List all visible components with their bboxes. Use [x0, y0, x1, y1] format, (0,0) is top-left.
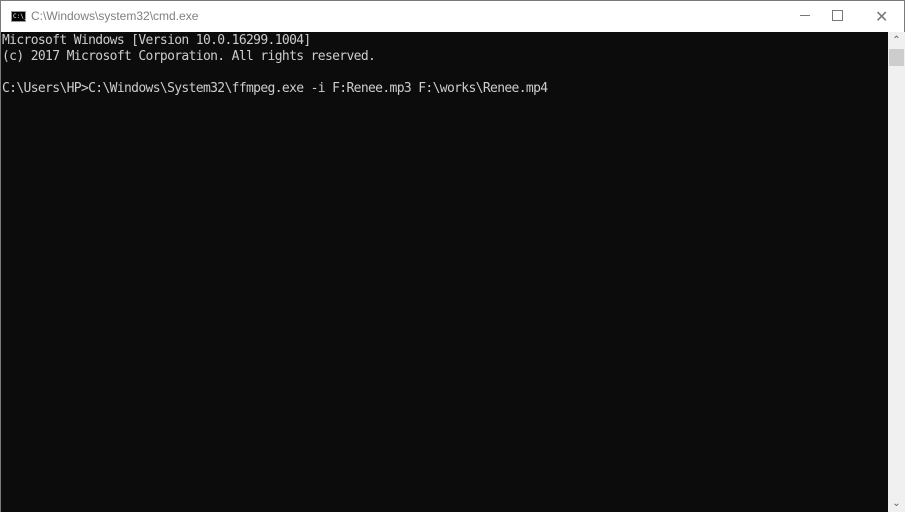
vertical-scrollbar[interactable]: ⌃ ⌄ [888, 32, 905, 512]
console-line: (c) 2017 Microsoft Corporation. All righ… [2, 49, 376, 64]
minimize-icon [800, 15, 810, 16]
close-icon: ✕ [875, 7, 889, 26]
maximize-icon [832, 10, 843, 21]
minimize-button[interactable] [766, 1, 812, 32]
scroll-down-button[interactable]: ⌄ [888, 495, 905, 512]
window-title: C:\Windows\system32\cmd.exe [31, 9, 199, 23]
cmd-window: C:\_ C:\Windows\system32\cmd.exe ✕ Micro… [0, 0, 905, 512]
console-line: C:\Users\HP>C:\Windows\System32\ffmpeg.e… [2, 81, 548, 96]
maximize-button[interactable] [812, 1, 858, 32]
console-output[interactable]: Microsoft Windows [Version 10.0.16299.10… [1, 32, 888, 512]
chevron-down-icon: ⌄ [892, 498, 901, 509]
scroll-up-button[interactable]: ⌃ [888, 32, 905, 49]
close-button[interactable]: ✕ [858, 1, 904, 32]
chevron-up-icon: ⌃ [892, 35, 901, 46]
cmd-icon: C:\_ [11, 11, 28, 22]
scrollbar-thumb[interactable] [889, 49, 904, 66]
title-bar[interactable]: C:\_ C:\Windows\system32\cmd.exe ✕ [1, 1, 904, 32]
console-line: Microsoft Windows [Version 10.0.16299.10… [2, 33, 311, 48]
